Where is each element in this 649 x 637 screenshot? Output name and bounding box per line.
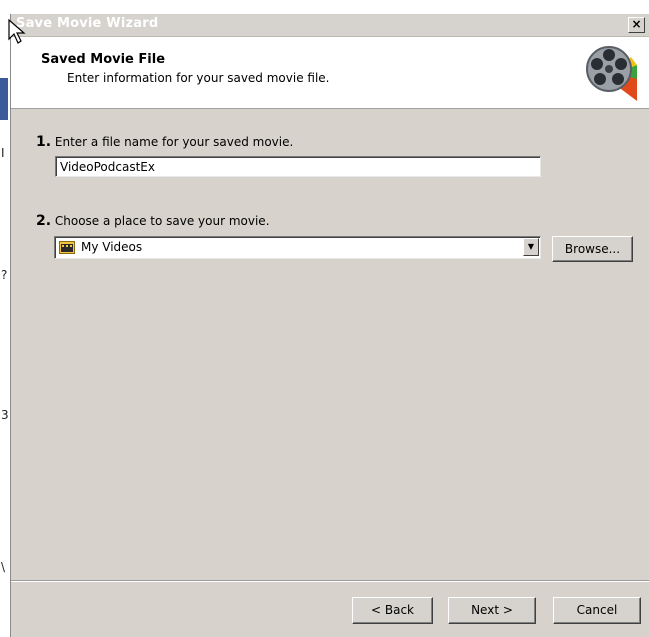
folder-icon xyxy=(59,241,75,254)
step-2-number: 2. xyxy=(36,213,52,229)
title-bar[interactable]: Save Movie Wizard × xyxy=(11,14,649,37)
step-1-label: 1. Enter a file name for your saved movi… xyxy=(36,134,293,150)
filename-input[interactable] xyxy=(55,156,541,177)
film-reel-icon xyxy=(586,46,637,101)
save-movie-wizard-dialog: Save Movie Wizard × Saved Movie File Ent… xyxy=(10,14,649,637)
window-title: Save Movie Wizard xyxy=(16,16,159,31)
background-glyph: ? xyxy=(1,268,8,282)
background-window-edge: I ? 3 \ xyxy=(0,0,10,637)
step-2-text: Choose a place to save your movie. xyxy=(54,214,270,228)
background-glyph: I xyxy=(1,146,5,160)
background-glyph: \ xyxy=(1,560,6,574)
back-button[interactable]: < Back xyxy=(352,597,433,624)
background-glyph: 3 xyxy=(1,408,9,422)
save-location-dropdown[interactable]: My Videos ▼ xyxy=(54,236,541,259)
chevron-down-icon: ▼ xyxy=(527,242,535,251)
step-1-text: Enter a file name for your saved movie. xyxy=(54,135,294,149)
step-1-number: 1. xyxy=(36,134,52,150)
page-subtitle: Enter information for your saved movie f… xyxy=(67,71,330,85)
next-button[interactable]: Next > xyxy=(448,597,536,624)
close-button[interactable]: × xyxy=(628,17,645,33)
browse-button[interactable]: Browse... xyxy=(552,236,633,262)
selected-location: My Videos xyxy=(81,240,143,254)
cancel-button[interactable]: Cancel xyxy=(553,597,641,624)
background-window-mark xyxy=(0,78,8,120)
wizard-header: Saved Movie File Enter information for y… xyxy=(11,37,649,109)
footer-divider xyxy=(11,580,649,582)
mouse-cursor-icon xyxy=(8,19,26,44)
dropdown-arrow-button[interactable]: ▼ xyxy=(523,238,539,256)
step-2-label: 2. Choose a place to save your movie. xyxy=(36,213,270,229)
page-title: Saved Movie File xyxy=(41,52,166,67)
close-icon: × xyxy=(631,17,642,31)
